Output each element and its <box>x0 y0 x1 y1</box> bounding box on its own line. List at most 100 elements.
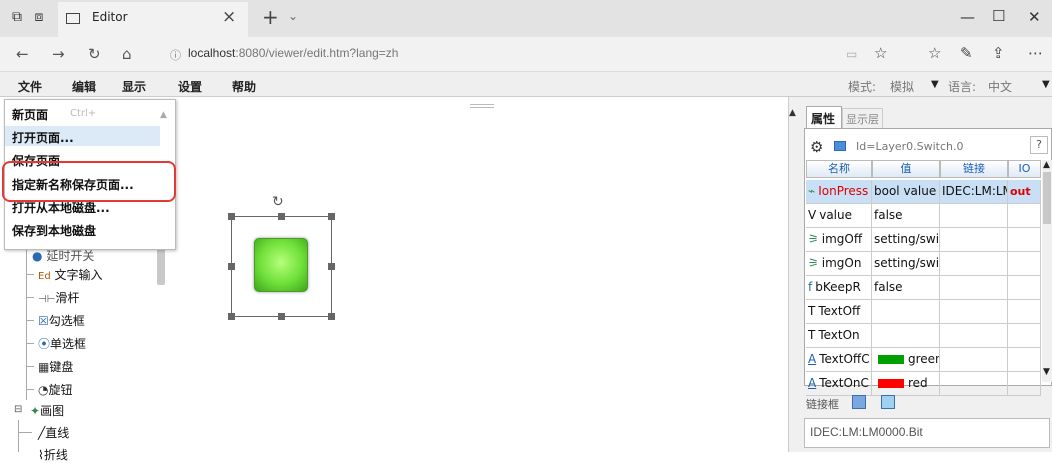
notes-pen-icon[interactable]: ✎ <box>960 44 973 62</box>
panel-splitter-handle[interactable] <box>470 104 494 108</box>
help-button[interactable]: ? <box>1030 136 1048 154</box>
cell-link[interactable] <box>940 228 1008 252</box>
cell-io[interactable] <box>1008 252 1041 276</box>
cell-name[interactable]: A TextOnC <box>806 372 872 396</box>
cell-value[interactable]: false <box>872 276 940 300</box>
tree-item-slider[interactable]: ⊣⊢滑杆 <box>38 289 79 306</box>
tree-collapse-icon[interactable]: ⊟ <box>14 404 22 415</box>
tree-item-knob[interactable]: ◔旋钮 <box>38 381 73 398</box>
cell-value[interactable]: red <box>872 372 940 396</box>
cell-link[interactable] <box>940 204 1008 228</box>
resize-handle[interactable] <box>278 213 285 220</box>
more-icon[interactable]: ⋯ <box>1028 44 1043 62</box>
tree-item-polyline[interactable]: ⌇折线 <box>38 446 68 463</box>
cell-io[interactable] <box>1008 300 1041 324</box>
tree-scrollbar[interactable] <box>157 245 165 285</box>
maximize-icon[interactable]: ☐ <box>992 7 1005 25</box>
cell-io[interactable] <box>1008 228 1041 252</box>
table-row[interactable]: A TextOffC green <box>806 348 1041 372</box>
site-info-icon[interactable]: ⓘ <box>170 47 181 63</box>
tree-item-radio[interactable]: ⦿单选框 <box>38 335 86 352</box>
cell-link[interactable] <box>940 348 1008 372</box>
cell-link[interactable] <box>940 324 1008 348</box>
resize-handle[interactable] <box>228 213 235 220</box>
tab-list-icon[interactable]: ⌄ <box>288 9 298 23</box>
tab-preview-icon[interactable]: ⧈ <box>30 8 48 26</box>
tree-item-text-input[interactable]: Ed 文字输入 <box>38 266 103 283</box>
tab-properties[interactable]: 属性 <box>806 106 842 128</box>
cell-name[interactable]: f bKeepR <box>806 276 872 300</box>
cell-name[interactable]: ⚞ imgOn <box>806 252 872 276</box>
url-field[interactable]: localhost:8080/viewer/edit.htm?lang=zh <box>188 46 398 60</box>
table-row[interactable]: ⌁ IonPress bool value IDEC:LM:LM out <box>806 180 1041 204</box>
cell-name[interactable]: T TextOff <box>806 300 872 324</box>
cell-name[interactable]: ⚞ imgOff <box>806 228 872 252</box>
tab-close-icon[interactable]: × <box>222 7 236 27</box>
table-row[interactable]: ⚞imgOnsetting/switch <box>806 252 1041 276</box>
cell-name[interactable]: ⌁ IonPress <box>806 180 872 204</box>
menu-file[interactable]: 文件 <box>18 78 42 95</box>
cell-io[interactable] <box>1008 276 1041 300</box>
col-header-link[interactable]: 链接 <box>940 160 1008 178</box>
reading-view-icon[interactable]: ▭ <box>846 47 857 61</box>
cell-link[interactable] <box>940 372 1008 396</box>
col-header-value[interactable]: 值 <box>872 160 940 178</box>
table-row[interactable]: ⚞imgOffsetting/switch <box>806 228 1041 252</box>
resize-handle[interactable] <box>328 263 335 270</box>
resize-handle[interactable] <box>328 213 335 220</box>
cell-io[interactable] <box>1008 204 1041 228</box>
close-window-icon[interactable]: ✕ <box>1028 8 1041 26</box>
cell-value[interactable]: bool value <box>872 180 940 204</box>
menu-item-save-local[interactable]: 保存到本地磁盘 <box>12 222 96 239</box>
share-icon[interactable]: ⇪ <box>992 44 1005 62</box>
table-row[interactable]: T TextOn <box>806 324 1041 348</box>
browser-tab[interactable] <box>58 2 248 37</box>
menu-settings[interactable]: 设置 <box>178 78 202 95</box>
menu-item-new-page[interactable]: 新页面 <box>12 106 48 123</box>
resize-handle[interactable] <box>228 263 235 270</box>
cell-io[interactable] <box>1008 372 1041 396</box>
table-row[interactable]: A TextOnC red <box>806 372 1041 396</box>
language-dropdown-icon[interactable]: ▼ <box>1042 79 1050 90</box>
tree-item-line[interactable]: ╱直线 <box>38 424 69 441</box>
cell-value[interactable]: green <box>872 348 940 372</box>
cell-name[interactable]: T TextOn <box>806 324 872 348</box>
resize-handle[interactable] <box>228 313 235 320</box>
cell-io[interactable]: out <box>1008 180 1041 204</box>
resize-handle[interactable] <box>278 313 285 320</box>
panel-scroll-up-icon[interactable]: ▲ <box>789 108 796 118</box>
tab-actions-icon[interactable]: ⧉ <box>8 8 26 26</box>
rotate-handle-icon[interactable]: ↻ <box>272 194 284 210</box>
switch-component[interactable] <box>254 238 308 292</box>
col-header-name[interactable]: 名称 <box>806 160 872 178</box>
cell-link[interactable] <box>940 252 1008 276</box>
cell-value[interactable] <box>872 324 940 348</box>
home-icon[interactable]: ⌂ <box>122 45 132 63</box>
favorite-star-icon[interactable]: ☆ <box>874 44 887 62</box>
minimize-icon[interactable]: — <box>960 8 975 26</box>
cell-name[interactable]: A TextOffC <box>806 348 872 372</box>
cell-value[interactable]: false <box>872 204 940 228</box>
menu-scroll-up-icon[interactable]: ▲ <box>160 110 167 120</box>
table-scroll-thumb[interactable] <box>1043 172 1051 224</box>
cell-link[interactable]: IDEC:LM:LM <box>940 180 1008 204</box>
table-row[interactable]: f bKeepR false <box>806 276 1041 300</box>
cell-io[interactable] <box>1008 324 1041 348</box>
link-edit-icon[interactable] <box>852 395 866 409</box>
table-row[interactable]: Vvalue false <box>806 204 1041 228</box>
new-tab-icon[interactable]: + <box>262 5 279 29</box>
cell-name[interactable]: Vvalue <box>806 204 872 228</box>
tree-group-drawing[interactable]: ✦画图 <box>30 402 64 419</box>
menu-item-open-page[interactable]: 打开页面... <box>12 129 74 146</box>
table-scroll-up-icon[interactable]: ▲ <box>1043 160 1050 170</box>
gear-icon[interactable]: ⚙ <box>810 138 823 156</box>
cell-link[interactable] <box>940 276 1008 300</box>
language-select[interactable]: 中文 <box>988 78 1012 95</box>
tree-item-checkbox[interactable]: ☒勾选框 <box>38 312 85 329</box>
link-browse-icon[interactable] <box>881 395 895 409</box>
forward-icon[interactable]: → <box>52 45 65 63</box>
cell-value[interactable]: setting/switch <box>872 252 940 276</box>
menu-help[interactable]: 帮助 <box>232 78 256 95</box>
mode-select[interactable]: 模拟 <box>890 78 914 95</box>
mode-dropdown-icon[interactable]: ▼ <box>931 79 939 90</box>
